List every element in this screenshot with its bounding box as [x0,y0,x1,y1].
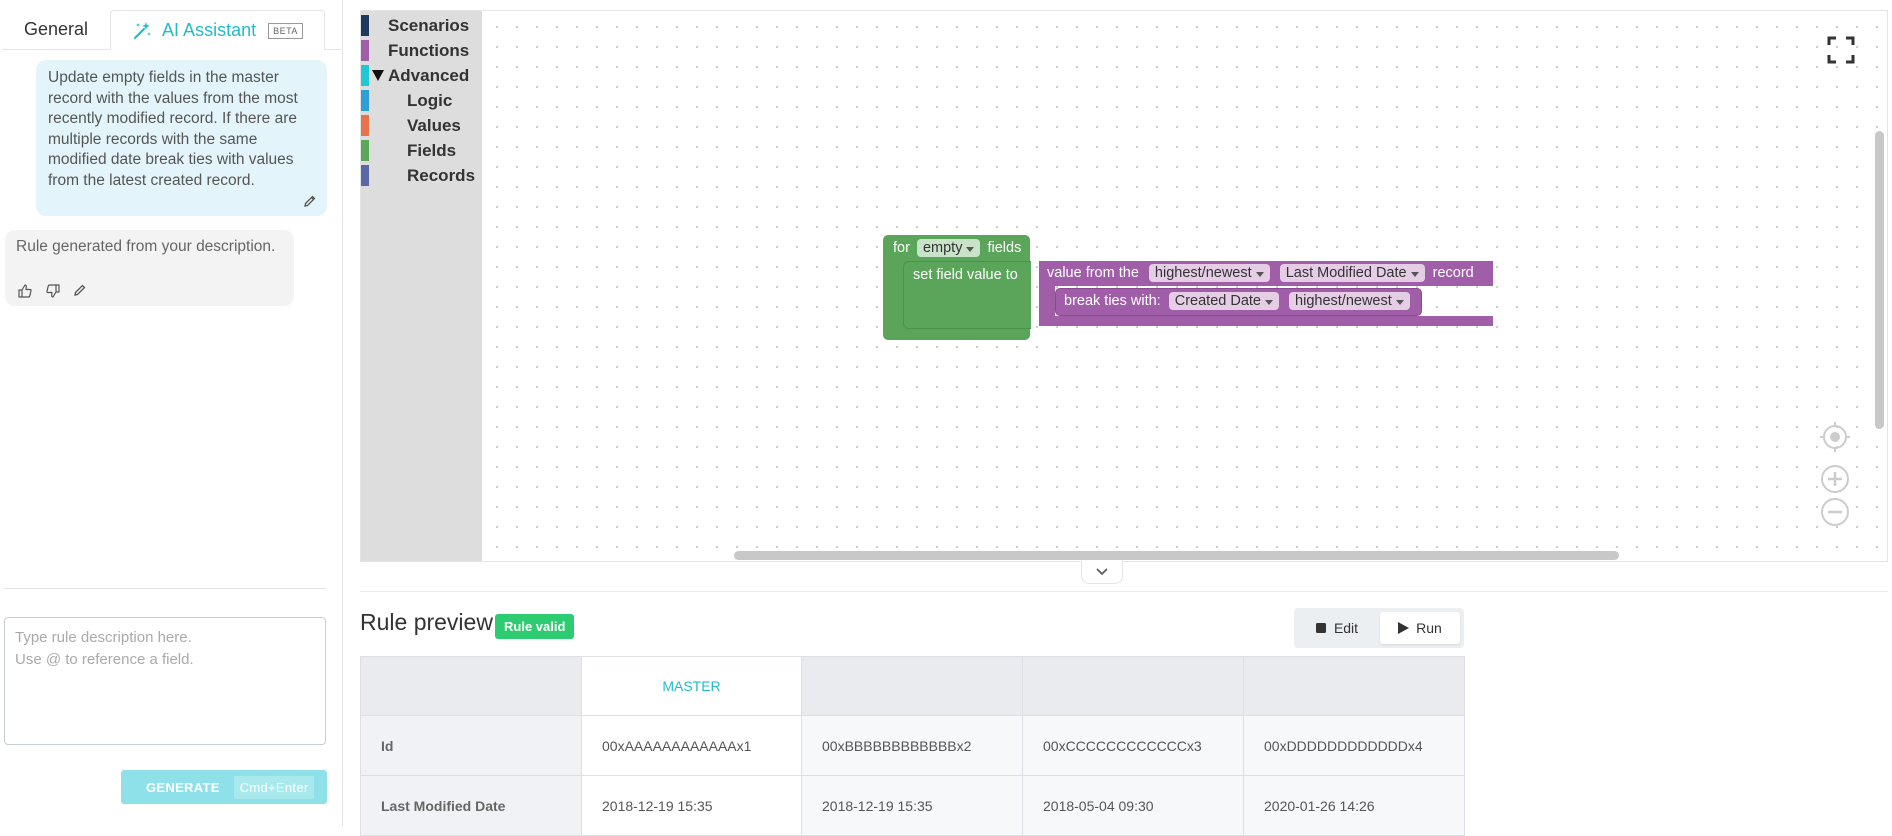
row-label: Last Modified Date [360,775,582,836]
zoom-out-icon[interactable] [1820,497,1850,527]
column-header [1022,656,1244,716]
pencil-icon[interactable] [73,283,89,299]
table-cell: 2020-01-26 14:26 [1243,775,1465,836]
vertical-scrollbar[interactable] [1875,131,1884,429]
toolbox: Scenarios Functions Advanced Logic Value… [361,11,482,561]
rule-preview-title: Rule preview [360,609,493,635]
column-header [801,656,1023,716]
edit-mode-button[interactable]: Edit [1298,612,1376,644]
for-prefix: for [893,240,910,256]
category-color-swatch [361,90,369,111]
table-cell: 00xDDDDDDDDDDDDx4 [1243,715,1465,776]
run-mode-button[interactable]: Run [1380,612,1460,644]
magic-wand-icon [133,21,152,39]
table-cell: 2018-05-04 09:30 [1022,775,1244,836]
table-cell: 00xAAAAAAAAAAAAx1 [581,715,802,776]
user-message-bubble: Update empty fields in the master record… [36,60,327,216]
table-cell: 2018-12-19 15:35 [801,775,1023,836]
toolbox-category-fields[interactable]: Fields [361,138,456,163]
chevron-down-icon [1096,568,1108,576]
toolbox-category-logic[interactable]: Logic [361,88,452,113]
category-color-swatch [361,65,369,86]
pencil-icon[interactable] [303,194,317,208]
tab-general[interactable]: General [2,10,110,50]
message-actions [17,283,89,299]
value-field-dropdown[interactable]: Last Modified Date [1279,264,1425,282]
table-row: Last Modified Date 2018-12-19 15:35 2018… [360,775,1465,836]
value-order-dropdown[interactable]: highest/newest [1148,264,1270,282]
category-color-swatch [361,165,369,186]
stop-icon [1315,623,1326,633]
table-header-row: MASTER [360,656,1465,716]
for-suffix: fields [987,240,1022,256]
generate-shortcut: Cmd+Enter [233,775,315,799]
ai-assistant-panel: General AI Assistant BETA Update empty f… [0,0,343,826]
assistant-message-text: Rule generated from your description. [16,238,276,255]
table-row: Id 00xAAAAAAAAAAAAx1 00xBBBBBBBBBBBBx2 0… [360,715,1465,776]
zoom-in-icon[interactable] [1820,464,1850,494]
rule-preview-table: MASTER Id 00xAAAAAAAAAAAAx1 00xBBBBBBBBB… [360,656,1465,836]
rule-description-input[interactable] [4,617,326,745]
tab-ai-assistant-label: AI Assistant [162,20,257,40]
horizontal-scrollbar[interactable] [734,551,1619,560]
for-fields-block[interactable]: for empty fields set field value to [883,235,1031,340]
edit-label: Edit [1333,620,1359,636]
generate-button[interactable]: GENERATE Cmd+Enter [121,770,327,804]
value-block-footer [1039,316,1493,326]
column-header [1243,656,1465,716]
set-field-block[interactable]: set field value to [903,261,1031,329]
blocks-workspace[interactable]: Scenarios Functions Advanced Logic Value… [360,10,1888,562]
category-color-swatch [361,15,369,36]
column-header-master: MASTER [581,656,802,716]
toolbox-category-values[interactable]: Values [361,113,461,138]
tie-field-dropdown[interactable]: Created Date [1168,292,1279,310]
for-block-header: for empty fields [893,239,1021,257]
toolbox-category-scenarios[interactable]: Scenarios [361,13,469,38]
table-cell: 2018-12-19 15:35 [581,775,802,836]
table-cell: 00xBBBBBBBBBBBBx2 [801,715,1023,776]
recenter-icon[interactable] [1820,422,1850,452]
toolbox-category-records[interactable]: Records [361,163,475,188]
fullscreen-icon[interactable] [1827,36,1855,64]
user-message-text: Update empty fields in the master record… [48,69,298,189]
mode-toggle: Edit Run [1294,608,1464,648]
thumbs-up-icon[interactable] [17,283,33,299]
value-suffix: record [1432,265,1474,281]
table-cell: 00xCCCCCCCCCCCCx3 [1022,715,1244,776]
toolbox-category-advanced[interactable]: Advanced [361,63,469,88]
category-color-swatch [361,115,369,136]
section-divider [360,591,1888,592]
thumbs-down-icon[interactable] [45,283,61,299]
generate-label: GENERATE [146,779,220,795]
empty-dropdown[interactable]: empty [916,239,981,257]
run-label: Run [1416,620,1442,636]
toolbox-category-functions[interactable]: Functions [361,38,469,63]
tie-block-header: break ties with: Created Date highest/ne… [1064,292,1410,310]
break-ties-block[interactable]: break ties with: Created Date highest/ne… [1055,288,1422,316]
tie-label: break ties with: [1064,293,1161,309]
tab-divider [325,49,341,50]
beta-badge: BETA [268,22,303,39]
tie-order-dropdown[interactable]: highest/newest [1289,292,1410,310]
collapse-workspace-button[interactable] [1081,561,1123,584]
triangle-down-icon [372,70,384,81]
column-header [360,656,582,716]
category-color-swatch [361,140,369,161]
assistant-message-bubble: Rule generated from your description. [5,230,294,306]
category-color-swatch [361,40,369,61]
set-field-label: set field value to [913,267,1018,283]
play-icon [1398,622,1410,634]
rule-valid-badge: Rule valid [495,614,575,639]
tab-general-label: General [23,19,89,39]
value-prefix: value from the [1047,265,1139,281]
row-label: Id [360,715,582,776]
value-from-record-block[interactable]: value from the highest/newest Last Modif… [1039,261,1493,286]
panel-divider [4,588,326,589]
tab-ai-assistant[interactable]: AI Assistant BETA [110,10,325,50]
value-block-header: value from the highest/newest Last Modif… [1047,264,1474,282]
